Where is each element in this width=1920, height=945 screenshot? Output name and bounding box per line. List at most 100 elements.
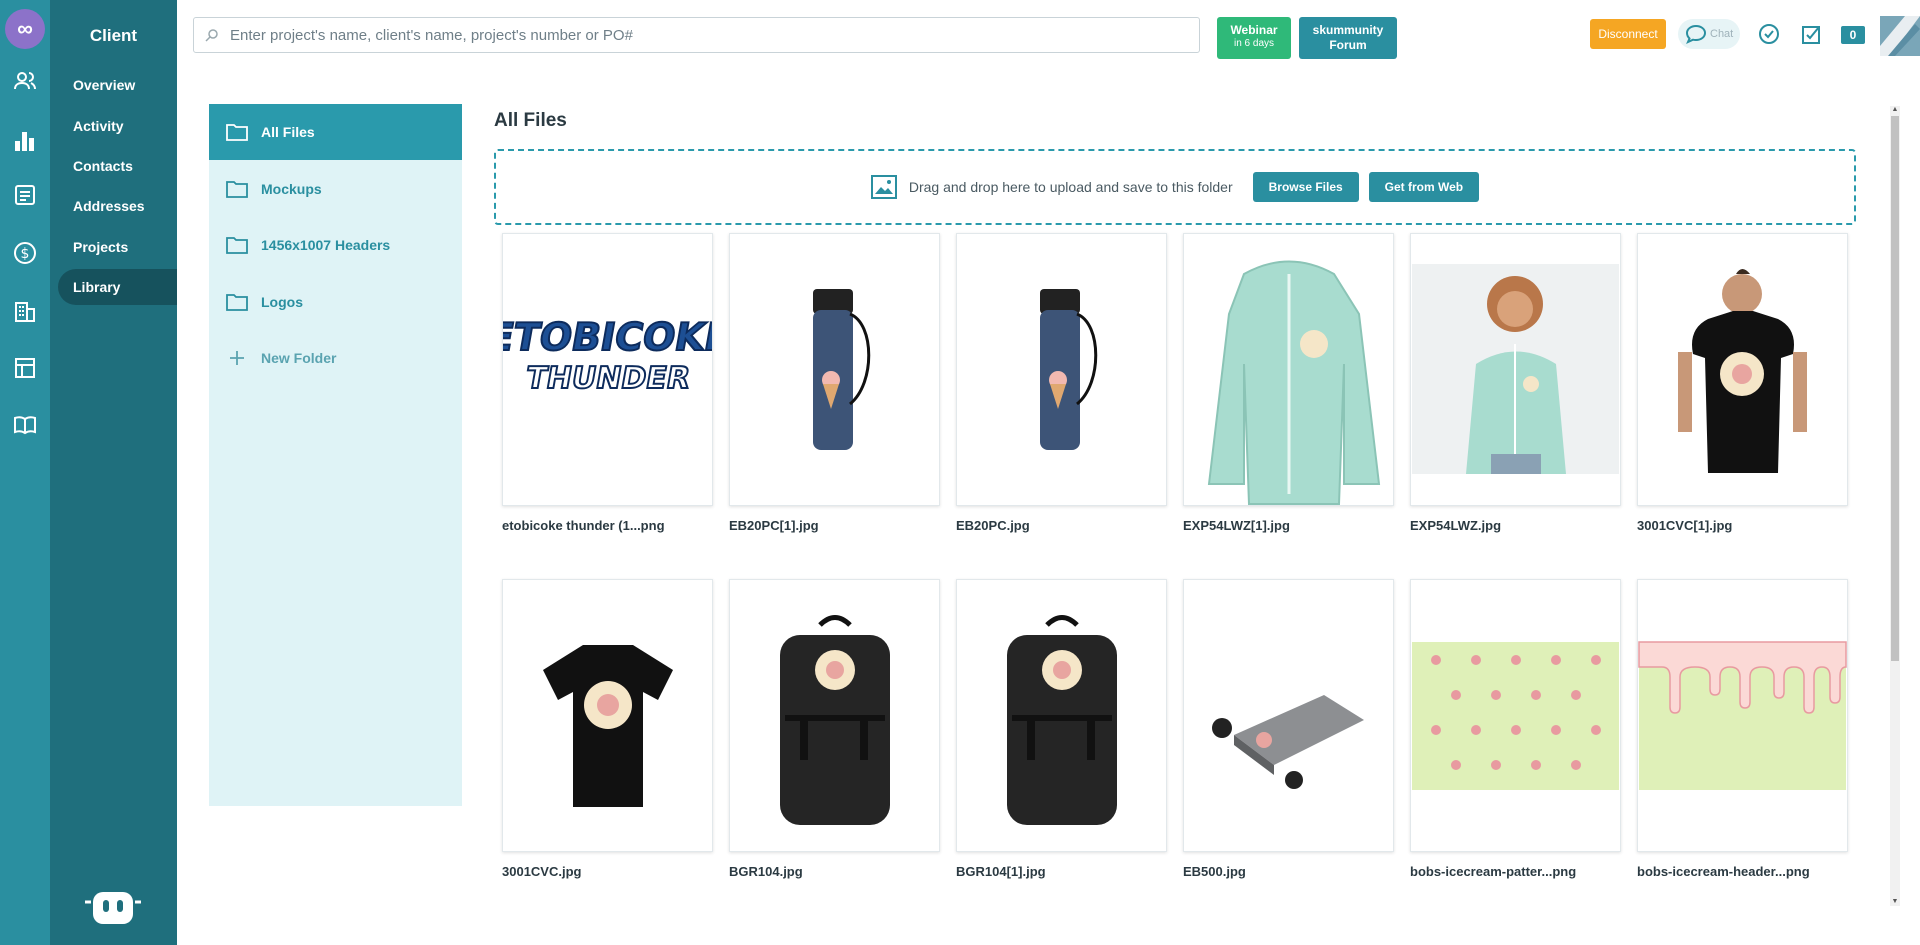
document-icon[interactable]	[12, 182, 38, 208]
file-name[interactable]: bobs-icecream-header...png	[1637, 864, 1848, 879]
new-folder-label: New Folder	[261, 350, 337, 366]
file-card[interactable]: bobs-icecream-patter...png	[1410, 579, 1621, 879]
nav-item-overview[interactable]: Overview	[50, 67, 177, 103]
plus-icon	[230, 351, 244, 365]
file-name[interactable]: EB500.jpg	[1183, 864, 1394, 879]
folder-logos[interactable]: Logos	[209, 274, 462, 330]
logo-line1: ETOBICOKE	[503, 315, 712, 360]
nav-item-contacts[interactable]: Contacts	[50, 148, 177, 184]
book-icon[interactable]	[12, 412, 38, 438]
file-thumbnail[interactable]: ETOBICOKE THUNDER	[502, 233, 713, 506]
disconnect-button[interactable]: Disconnect	[1590, 19, 1666, 49]
file-thumbnail[interactable]	[729, 579, 940, 852]
client-subnav: Client Overview Activity Contacts Addres…	[50, 0, 177, 945]
users-icon[interactable]	[12, 68, 38, 94]
webinar-countdown: in 6 days	[1233, 38, 1275, 49]
dollar-icon[interactable]: $	[12, 240, 38, 266]
svg-text:$: $	[21, 246, 30, 262]
image-icon	[870, 175, 897, 199]
folder-all-files[interactable]: All Files	[209, 104, 462, 160]
nav-item-projects[interactable]: Projects	[50, 229, 177, 265]
file-card[interactable]: ETOBICOKE THUNDER etobicoke thunder (1...…	[502, 233, 713, 533]
search-input[interactable]	[230, 26, 1190, 44]
file-thumbnail[interactable]	[1637, 579, 1848, 852]
file-card[interactable]: BGR104.jpg	[729, 579, 940, 879]
file-name[interactable]: BGR104[1].jpg	[956, 864, 1167, 879]
folder-mockups[interactable]: Mockups	[209, 161, 462, 217]
file-name[interactable]: 3001CVC[1].jpg	[1637, 518, 1848, 533]
task-list-icon[interactable]	[1801, 23, 1823, 45]
global-search	[193, 17, 1200, 53]
subnav-title: Client	[89, 26, 138, 45]
logo-line2: THUNDER	[523, 361, 693, 396]
file-card[interactable]: 3001CVC.jpg	[502, 579, 713, 879]
scroll-up-arrow-icon[interactable]: ▲	[1891, 106, 1899, 114]
file-thumbnail[interactable]	[1410, 233, 1621, 506]
user-avatar[interactable]	[1880, 16, 1920, 56]
nav-item-addresses[interactable]: Addresses	[50, 188, 177, 224]
folder-label: Logos	[261, 294, 303, 310]
check-circle-icon[interactable]	[1758, 23, 1780, 45]
folder-label: Mockups	[261, 181, 322, 197]
new-folder-button[interactable]: New Folder	[209, 330, 462, 386]
nav-item-activity[interactable]: Activity	[50, 108, 177, 144]
webinar-label: Webinar	[1230, 23, 1278, 37]
file-card[interactable]: EB20PC.jpg	[956, 233, 1167, 533]
file-card[interactable]: EB20PC[1].jpg	[729, 233, 940, 533]
file-thumbnail[interactable]	[1183, 579, 1394, 852]
file-name[interactable]: EB20PC[1].jpg	[729, 518, 940, 533]
browse-files-button[interactable]: Browse Files	[1252, 172, 1359, 202]
table-icon[interactable]	[12, 355, 38, 381]
file-name[interactable]: EXP54LWZ[1].jpg	[1183, 518, 1394, 533]
folder-icon	[226, 237, 248, 254]
bar-chart-icon[interactable]	[12, 128, 38, 154]
folder-headers[interactable]: 1456x1007 Headers	[209, 217, 462, 273]
folder-label: 1456x1007 Headers	[261, 237, 391, 253]
file-name[interactable]: EXP54LWZ.jpg	[1410, 518, 1621, 533]
folder-label: All Files	[261, 124, 315, 140]
search-icon	[205, 29, 218, 42]
file-card[interactable]: 3001CVC[1].jpg	[1637, 233, 1848, 533]
file-name[interactable]: 3001CVC.jpg	[502, 864, 713, 879]
app-logo-icon[interactable]: ∞	[5, 9, 45, 49]
file-thumbnail[interactable]	[729, 233, 940, 506]
folder-icon	[226, 124, 248, 141]
file-card[interactable]: BGR104[1].jpg	[956, 579, 1167, 879]
file-card[interactable]: EXP54LWZ[1].jpg	[1183, 233, 1394, 533]
forum-label-line1: skummunity	[1312, 23, 1384, 37]
file-grid: ETOBICOKE THUNDER etobicoke thunder (1...…	[502, 233, 1848, 883]
file-card[interactable]: bobs-icecream-header...png	[1637, 579, 1848, 879]
file-name[interactable]: etobicoke thunder (1...png	[502, 518, 713, 533]
get-from-web-button[interactable]: Get from Web	[1368, 172, 1480, 202]
file-thumbnail[interactable]	[502, 579, 713, 852]
main-scrollbar[interactable]: ▲ ▼	[1890, 106, 1900, 906]
file-name[interactable]: BGR104.jpg	[729, 864, 940, 879]
forum-button[interactable]: skummunity Forum	[1299, 17, 1397, 59]
scrollbar-thumb[interactable]	[1891, 116, 1899, 661]
chat-button[interactable]: Chat	[1678, 19, 1740, 49]
icon-rail: ∞ $	[0, 0, 50, 945]
robot-assistant-icon[interactable]	[83, 890, 143, 926]
file-thumbnail[interactable]	[956, 579, 1167, 852]
file-thumbnail[interactable]	[1183, 233, 1394, 506]
dropzone-text: Drag and drop here to upload and save to…	[908, 179, 1233, 195]
webinar-button[interactable]: Webinar in 6 days	[1217, 17, 1291, 59]
building-icon[interactable]	[12, 298, 38, 324]
chat-bubble-icon	[1685, 24, 1707, 44]
file-thumbnail[interactable]	[1637, 233, 1848, 506]
file-name[interactable]: EB20PC.jpg	[956, 518, 1167, 533]
chat-label: Chat	[1710, 28, 1734, 40]
notification-count-badge[interactable]: 0	[1841, 26, 1865, 44]
folder-panel: All Files Mockups 1456x1007 Headers Logo…	[209, 104, 462, 806]
page-title: All Files	[494, 110, 567, 131]
file-card[interactable]: EXP54LWZ.jpg	[1410, 233, 1621, 533]
scroll-down-arrow-icon[interactable]: ▼	[1891, 898, 1899, 906]
file-card[interactable]: EB500.jpg	[1183, 579, 1394, 879]
file-thumbnail[interactable]	[956, 233, 1167, 506]
folder-icon	[226, 181, 248, 198]
file-name[interactable]: bobs-icecream-patter...png	[1410, 864, 1621, 879]
nav-item-library[interactable]: Library	[58, 269, 177, 305]
upload-dropzone[interactable]: Drag and drop here to upload and save to…	[494, 149, 1856, 225]
file-thumbnail[interactable]	[1410, 579, 1621, 852]
folder-icon	[226, 294, 248, 311]
